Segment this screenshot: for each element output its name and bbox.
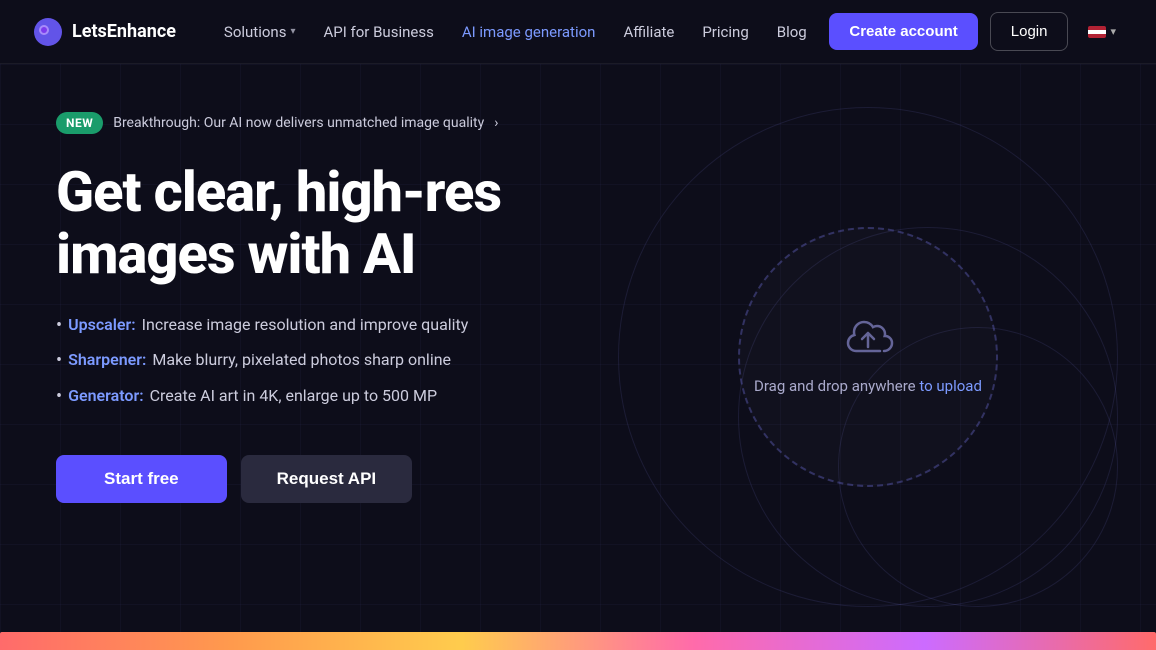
request-api-button[interactable]: Request API xyxy=(241,455,413,503)
upload-dropzone[interactable]: Drag and drop anywhere to upload xyxy=(738,227,998,487)
feature-list: Upscaler: Increase image resolution and … xyxy=(56,313,532,419)
logo-icon xyxy=(32,16,64,48)
nav-ai-image[interactable]: AI image generation xyxy=(450,15,608,49)
sharpener-link[interactable]: Sharpener: xyxy=(68,348,146,372)
generator-desc: Create AI art in 4K, enlarge up to 500 M… xyxy=(150,384,437,408)
hero-section: NEW Breakthrough: Our AI now delivers un… xyxy=(0,64,1156,650)
nav-links: Solutions ▾ API for Business AI image ge… xyxy=(212,15,829,49)
upload-link[interactable]: to upload xyxy=(919,377,982,395)
upload-instruction: Drag and drop anywhere to upload xyxy=(754,377,982,395)
nav-pricing[interactable]: Pricing xyxy=(690,15,760,49)
hero-upload-area: Drag and drop anywhere to upload xyxy=(580,64,1156,650)
nav-solutions[interactable]: Solutions ▾ xyxy=(212,15,308,49)
nav-actions: Create account Login ▾ xyxy=(829,12,1124,51)
logo-link[interactable]: LetsEnhance xyxy=(32,16,176,48)
new-badge: NEW xyxy=(56,112,103,134)
upload-cloud-icon xyxy=(842,319,894,361)
hero-cta-group: Start free Request API xyxy=(56,455,532,503)
announcement-banner[interactable]: NEW Breakthrough: Our AI now delivers un… xyxy=(56,112,532,134)
nav-affiliate[interactable]: Affiliate xyxy=(611,15,686,49)
feature-upscaler: Upscaler: Increase image resolution and … xyxy=(56,313,532,338)
announcement-text: Breakthrough: Our AI now delivers unmatc… xyxy=(113,115,484,131)
login-button[interactable]: Login xyxy=(990,12,1069,51)
chevron-down-icon: ▾ xyxy=(290,26,295,37)
hero-title: Get clear, high-res images with AI xyxy=(56,162,532,285)
generator-link[interactable]: Generator: xyxy=(68,384,144,408)
upscaler-link[interactable]: Upscaler: xyxy=(68,313,136,337)
chevron-down-icon: ▾ xyxy=(1110,25,1116,38)
feature-sharpener: Sharpener: Make blurry, pixelated photos… xyxy=(56,348,532,373)
navbar: LetsEnhance Solutions ▾ API for Business… xyxy=(0,0,1156,64)
logo-text: LetsEnhance xyxy=(72,21,176,42)
flag-icon xyxy=(1088,26,1106,38)
arrow-right-icon: › xyxy=(494,115,498,131)
nav-blog[interactable]: Blog xyxy=(765,15,819,49)
feature-generator: Generator: Create AI art in 4K, enlarge … xyxy=(56,384,532,409)
nav-api-business[interactable]: API for Business xyxy=(311,15,445,49)
create-account-button[interactable]: Create account xyxy=(829,13,977,50)
hero-content: NEW Breakthrough: Our AI now delivers un… xyxy=(0,64,580,650)
sharpener-desc: Make blurry, pixelated photos sharp onli… xyxy=(152,348,451,372)
language-selector[interactable]: ▾ xyxy=(1080,19,1124,44)
start-free-button[interactable]: Start free xyxy=(56,455,227,503)
upscaler-desc: Increase image resolution and improve qu… xyxy=(142,313,469,337)
bottom-gradient-strip xyxy=(0,632,1156,650)
